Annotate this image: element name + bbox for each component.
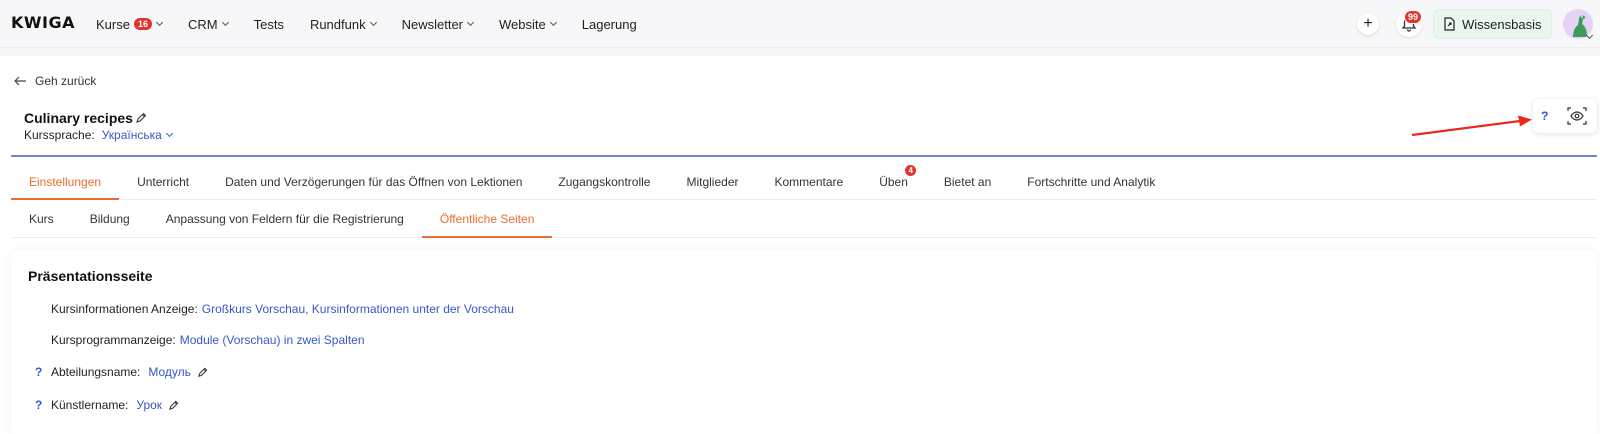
section-name-link[interactable]: Модуль <box>148 365 191 379</box>
pencil-icon[interactable] <box>135 112 147 124</box>
knowledge-base-button[interactable]: Wissensbasis <box>1433 9 1553 39</box>
nav-item-rundfunk[interactable]: Rundfunk <box>309 16 377 32</box>
course-language: Kurssprache: Українська <box>24 128 173 142</box>
tab-unterricht[interactable]: Unterricht <box>119 161 207 200</box>
nav-item-newsletter[interactable]: Newsletter <box>401 16 475 32</box>
main-tabs: Einstellungen Unterricht Daten und Verzö… <box>11 161 1597 200</box>
chevron-down-icon[interactable] <box>165 129 173 138</box>
tab-bietet-an[interactable]: Bietet an <box>926 161 1009 200</box>
tab-label: Üben <box>879 175 908 189</box>
arrow-left-icon <box>14 76 26 86</box>
pencil-icon[interactable] <box>197 367 208 378</box>
header-divider <box>11 155 1597 157</box>
section-title: Präsentationsseite <box>28 268 153 284</box>
row-label: Kursinformationen Anzeige: <box>51 302 198 316</box>
document-link-icon <box>1444 17 1455 31</box>
tab-zugangskontrolle[interactable]: Zugangskontrolle <box>540 161 668 200</box>
row-label: Kursprogrammanzeige: <box>51 333 176 347</box>
course-info-display-link[interactable]: Großkurs Vorschau, Kursinformationen unt… <box>202 302 514 316</box>
language-label: Kurssprache: <box>24 128 95 142</box>
preview-eye-icon[interactable] <box>1567 107 1587 125</box>
annotation-arrow-icon <box>1411 115 1532 137</box>
kurse-count-badge: 16 <box>133 18 152 30</box>
help-button[interactable]: ? <box>35 398 42 412</box>
subtab-registration-fields[interactable]: Anpassung von Feldern für die Registrier… <box>148 200 422 238</box>
subtab-bildung[interactable]: Bildung <box>72 200 148 238</box>
help-button[interactable]: ? <box>1541 109 1548 123</box>
kwiga-logo[interactable]: KWIGA <box>11 13 75 32</box>
nav-item-label: Website <box>499 16 546 32</box>
chevron-down-icon <box>155 18 164 27</box>
chevron-down-icon <box>369 18 377 27</box>
page-title: Culinary recipes <box>24 110 133 126</box>
pencil-icon[interactable] <box>168 400 179 411</box>
chevron-down-icon <box>221 18 229 27</box>
nav-item-label: CRM <box>187 16 218 32</box>
tab-einstellungen[interactable]: Einstellungen <box>11 161 120 200</box>
tab-fortschritte[interactable]: Fortschritte und Analytik <box>1009 161 1173 200</box>
nav-item-kurse[interactable]: Kurse 16 <box>96 16 164 32</box>
tab-kommentare[interactable]: Kommentare <box>757 161 862 200</box>
presentation-section: Präsentationsseite Kursinformationen Anz… <box>11 250 1597 434</box>
chevron-down-icon[interactable] <box>1585 31 1594 40</box>
artist-name-row: Künstlername: Урок <box>51 398 179 412</box>
chevron-down-icon <box>549 18 557 27</box>
subtab-kurs[interactable]: Kurs <box>11 200 72 238</box>
nav-item-label: Tests <box>253 16 284 32</box>
section-name-row: Abteilungsname: Модуль <box>51 365 208 379</box>
tab-lesson-schedule[interactable]: Daten und Verzögerungen für das Öffnen v… <box>207 161 540 200</box>
main-nav: Kurse 16 CRM Tests Rundfunk Newsletter W… <box>96 0 663 48</box>
nav-item-label: Newsletter <box>401 16 464 32</box>
row-label: Künstlername: <box>51 398 129 412</box>
subtab-public-pages[interactable]: Öffentliche Seiten <box>421 200 553 238</box>
add-button[interactable]: + <box>1357 13 1379 35</box>
knowledge-base-label: Wissensbasis <box>1462 16 1542 32</box>
back-label: Geh zurück <box>35 74 97 88</box>
settings-subtabs: Kurs Bildung Anpassung von Feldern für d… <box>11 200 1597 238</box>
chevron-down-icon <box>466 18 475 27</box>
nav-item-lagerung[interactable]: Lagerung <box>582 17 637 32</box>
notifications-badge: 99 <box>1404 10 1423 24</box>
nav-item-tests[interactable]: Tests <box>254 17 284 32</box>
course-info-display-row: Kursinformationen Anzeige: Großkurs Vors… <box>51 302 514 316</box>
top-navbar: KWIGA Kurse 16 CRM Tests Rundfunk Newsle… <box>0 0 1600 48</box>
plus-icon: + <box>1363 15 1373 32</box>
nav-item-label: Kurse <box>96 16 130 32</box>
artist-name-link[interactable]: Урок <box>136 398 162 412</box>
nav-item-crm[interactable]: CRM <box>187 16 229 32</box>
nav-item-label: Rundfunk <box>309 16 366 32</box>
main-content: Geh zurück Culinary recipes Kurssprache:… <box>0 56 1600 434</box>
program-display-row: Kursprogrammanzeige: Module (Vorschau) i… <box>51 333 365 347</box>
ueben-count-badge: 4 <box>905 165 916 176</box>
tab-mitglieder[interactable]: Mitglieder <box>668 161 756 200</box>
language-select[interactable]: Українська <box>102 128 162 142</box>
nav-item-website[interactable]: Website <box>499 16 557 32</box>
nav-item-label: Lagerung <box>581 16 637 32</box>
back-link[interactable]: Geh zurück <box>14 74 96 88</box>
tab-ueben[interactable]: Üben 4 <box>861 161 926 200</box>
program-display-link[interactable]: Module (Vorschau) in zwei Spalten <box>180 333 365 347</box>
row-label: Abteilungsname: <box>51 365 141 379</box>
help-button[interactable]: ? <box>35 365 42 379</box>
